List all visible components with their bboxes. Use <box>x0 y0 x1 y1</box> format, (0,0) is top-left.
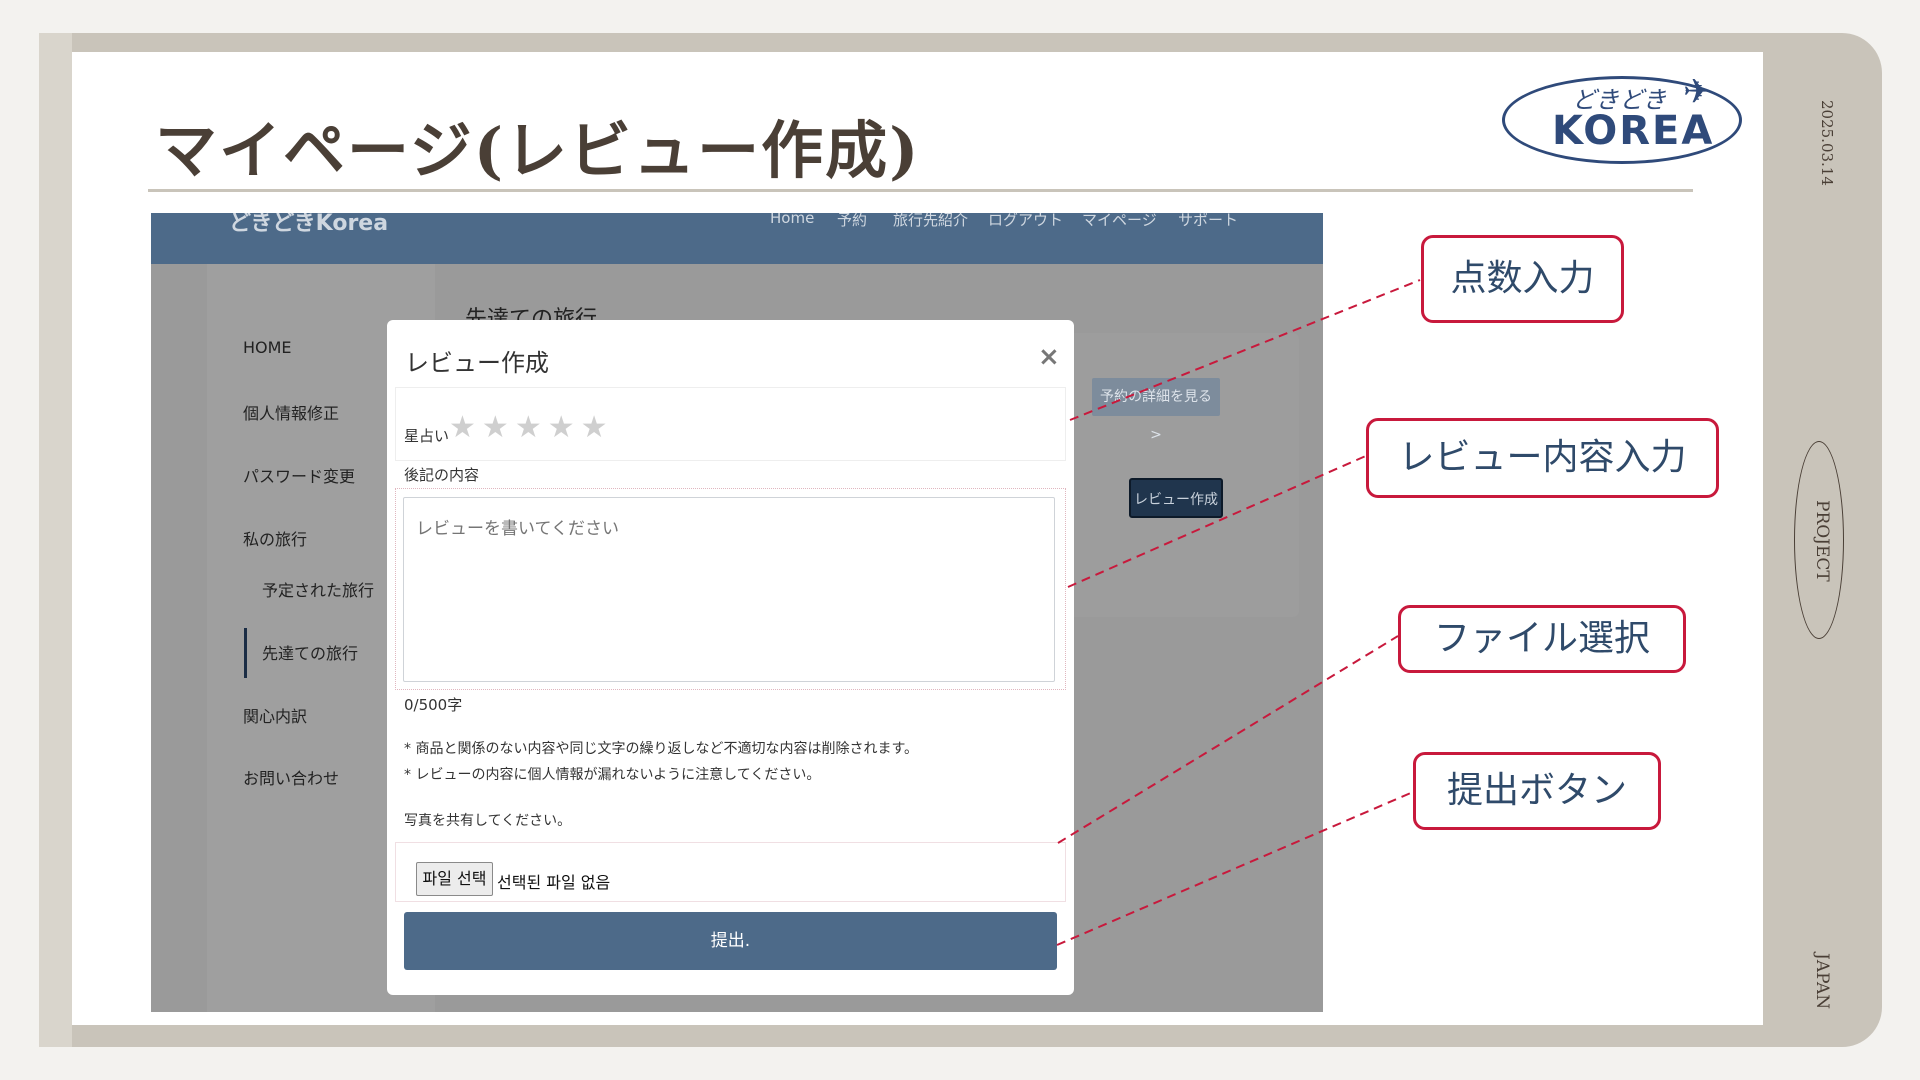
callout-connectors <box>1056 279 1421 946</box>
callout-score: 点数入力 <box>1421 235 1624 323</box>
connector-file <box>1057 635 1399 844</box>
callout-submit: 提出ボタン <box>1413 752 1661 830</box>
connector-submit <box>1056 791 1414 946</box>
connector-review <box>1067 454 1369 588</box>
connector-score <box>1069 279 1421 421</box>
callout-review: レビュー内容入力 <box>1366 418 1719 498</box>
callout-file: ファイル選択 <box>1398 605 1686 673</box>
